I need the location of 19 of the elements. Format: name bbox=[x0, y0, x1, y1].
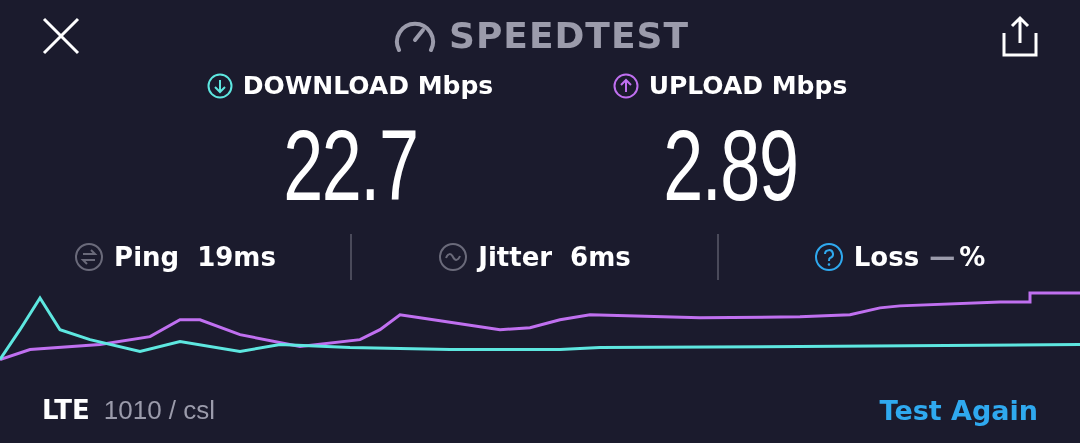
stat-label: Jitter bbox=[478, 242, 553, 273]
stat-value: — bbox=[929, 242, 956, 273]
stat-label: Ping bbox=[114, 242, 180, 273]
test-again-button[interactable]: Test Again bbox=[879, 394, 1038, 426]
result-label: UPLOAD Mbps bbox=[648, 71, 848, 101]
wave-icon bbox=[438, 242, 469, 273]
result-label: DOWNLOAD Mbps bbox=[242, 71, 494, 101]
network-type: LTE bbox=[42, 394, 90, 425]
stat-label: Loss bbox=[853, 242, 920, 273]
result-value: 2.89 bbox=[662, 108, 798, 224]
stat-unit: % bbox=[959, 242, 986, 273]
swap-arrows-icon bbox=[74, 242, 105, 273]
share-button[interactable] bbox=[1000, 14, 1040, 57]
app-title: SPEEDTEST bbox=[449, 15, 689, 57]
question-icon bbox=[813, 242, 844, 273]
carrier-name: 1010 / csl bbox=[103, 394, 216, 426]
stat-value: 6ms bbox=[570, 242, 631, 273]
result-value: 22.7 bbox=[282, 108, 418, 224]
stat-value: 19ms bbox=[197, 242, 276, 273]
